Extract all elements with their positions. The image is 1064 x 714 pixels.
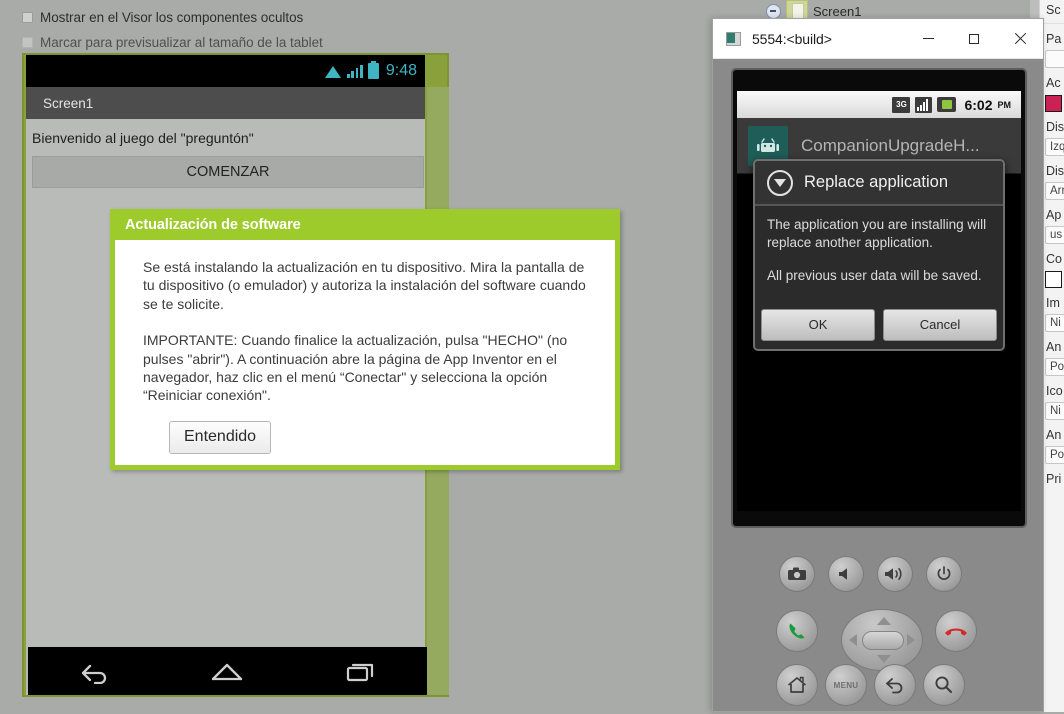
viewer-status-icons: 9:48 bbox=[324, 55, 417, 87]
recents-icon[interactable] bbox=[344, 658, 378, 684]
emulator-app-icon bbox=[726, 31, 741, 46]
entendido-button[interactable]: Entendido bbox=[169, 420, 272, 454]
property-field-dis-2[interactable]: Arr bbox=[1045, 182, 1064, 200]
option-row-show-hidden[interactable]: Mostrar en el Visor los componentes ocul… bbox=[22, 10, 303, 25]
home-button[interactable] bbox=[776, 664, 818, 706]
emulator-clock-ampm: PM bbox=[997, 99, 1012, 110]
battery-icon bbox=[367, 61, 379, 79]
emulator-device-skin: 3G 6:02 PM CompanionUpgradeH... Replace … bbox=[733, 70, 1025, 526]
wifi-icon bbox=[324, 65, 342, 78]
replace-dialog-buttons: OK Cancel bbox=[755, 305, 1003, 349]
ok-button[interactable]: OK bbox=[761, 308, 875, 341]
show-hidden-components-checkbox[interactable] bbox=[22, 12, 33, 23]
battery-icon bbox=[937, 97, 957, 112]
property-field-dis-1[interactable]: Izq bbox=[1045, 138, 1064, 156]
replace-application-dialog: Replace application The application you … bbox=[753, 159, 1005, 351]
volume-up-button[interactable] bbox=[877, 556, 913, 592]
network-3g-icon: 3G bbox=[892, 96, 911, 113]
home-icon[interactable] bbox=[208, 658, 246, 684]
camera-button[interactable] bbox=[779, 556, 815, 592]
call-button[interactable] bbox=[776, 610, 818, 652]
property-field-an-1[interactable]: Po bbox=[1045, 358, 1064, 376]
power-button[interactable] bbox=[926, 556, 962, 592]
emulator-notification-text: CompanionUpgradeH... bbox=[801, 135, 980, 155]
tablet-preview-label: Marcar para previsualizar al tamaño de l… bbox=[40, 35, 323, 50]
dpad[interactable] bbox=[841, 609, 923, 671]
dpad-up-icon[interactable] bbox=[877, 617, 891, 625]
replace-dialog-paragraph-1: The application you are installing will … bbox=[767, 217, 987, 250]
viewer-status-bar: 9:48 bbox=[26, 55, 425, 87]
property-field-ap[interactable]: us bbox=[1045, 226, 1064, 244]
viewer-screen-title: Screen1 bbox=[43, 95, 94, 111]
emulator-title-bar[interactable]: 5554:<build> bbox=[713, 19, 1043, 59]
replace-dialog-paragraph-2: All previous user data will be saved. bbox=[767, 268, 982, 283]
viewer-start-button[interactable]: COMENZAR bbox=[32, 156, 424, 188]
viewer-nav-bar bbox=[28, 647, 427, 695]
replace-dialog-header: Replace application bbox=[755, 161, 1003, 206]
option-row-tablet-size[interactable]: Marcar para previsualizar al tamaño de l… bbox=[22, 35, 323, 50]
viewer-body: Bienvenido al juego del "preguntón" COME… bbox=[26, 119, 425, 188]
search-button[interactable] bbox=[923, 664, 965, 706]
emulator-window: 5554:<build> 3G 6:02 PM CompanionUpgrade… bbox=[712, 18, 1044, 712]
dpad-right-icon[interactable] bbox=[907, 634, 915, 646]
dpad-center-button[interactable] bbox=[862, 631, 904, 650]
cancel-button[interactable]: Cancel bbox=[883, 308, 997, 341]
menu-button[interactable]: MENU bbox=[825, 664, 867, 706]
dpad-left-icon[interactable] bbox=[849, 634, 857, 646]
show-hidden-components-label: Mostrar en el Visor los componentes ocul… bbox=[40, 10, 304, 25]
property-field-an-2[interactable]: Po bbox=[1045, 446, 1064, 464]
property-color-swatch-accent[interactable] bbox=[1045, 95, 1062, 112]
software-update-paragraph-1: Se está instalando la actualización en t… bbox=[143, 259, 586, 312]
signal-icon bbox=[346, 64, 363, 78]
emulator-window-title: 5554:<build> bbox=[752, 30, 832, 47]
dpad-down-icon[interactable] bbox=[877, 655, 891, 663]
download-icon bbox=[767, 169, 793, 196]
viewer-title-bar: Screen1 bbox=[26, 87, 425, 119]
emulator-screen: 3G 6:02 PM CompanionUpgradeH... Replace … bbox=[737, 91, 1021, 511]
emulator-hardware-keys: MENU bbox=[713, 534, 1043, 714]
tablet-preview-checkbox[interactable] bbox=[22, 37, 33, 48]
minimize-button[interactable] bbox=[905, 20, 951, 58]
property-color-swatch-background[interactable] bbox=[1045, 271, 1062, 288]
collapse-icon[interactable] bbox=[766, 3, 781, 19]
end-call-button[interactable] bbox=[935, 610, 977, 652]
property-field-im[interactable]: Ni bbox=[1045, 314, 1064, 332]
replace-dialog-body: The application you are installing will … bbox=[755, 206, 1003, 285]
viewer-clock: 9:48 bbox=[385, 62, 417, 79]
software-update-dialog-body: Se está instalando la actualización en t… bbox=[115, 240, 615, 465]
window-controls bbox=[905, 20, 1043, 58]
properties-header: Sc bbox=[1046, 3, 1061, 17]
maximize-button[interactable] bbox=[951, 20, 997, 58]
back-icon[interactable] bbox=[77, 658, 111, 684]
signal-icon bbox=[915, 96, 933, 113]
property-field-ico[interactable]: Ni bbox=[1045, 402, 1064, 420]
back-button[interactable] bbox=[874, 664, 916, 706]
property-field-pa[interactable] bbox=[1045, 50, 1064, 68]
replace-dialog-title: Replace application bbox=[804, 173, 949, 191]
emulator-status-bar: 3G 6:02 PM bbox=[737, 91, 1021, 118]
component-tree-item-label: Screen1 bbox=[813, 3, 862, 19]
software-update-paragraph-2: IMPORTANTE: Cuando finalice la actualiza… bbox=[143, 332, 568, 404]
emulator-clock: 6:02 bbox=[964, 96, 993, 113]
software-update-dialog-title: Actualización de software bbox=[125, 216, 301, 233]
software-update-dialog: Actualización de software Se está instal… bbox=[110, 209, 620, 470]
viewer-welcome-label: Bienvenido al juego del "preguntón" bbox=[32, 130, 254, 146]
close-button[interactable] bbox=[997, 20, 1043, 58]
volume-down-button[interactable] bbox=[828, 556, 864, 592]
menu-button-label: MENU bbox=[833, 680, 859, 690]
